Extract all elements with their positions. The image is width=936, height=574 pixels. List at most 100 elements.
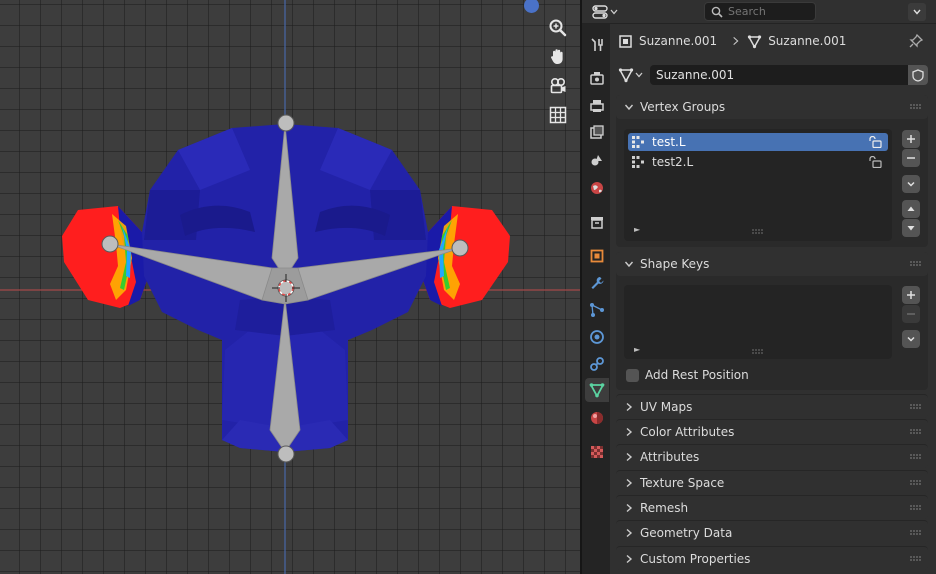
particles-icon[interactable] (585, 298, 609, 322)
list-item-label: test2.L (652, 155, 694, 169)
shape-key-list[interactable]: ► (624, 285, 892, 359)
zoom-icon[interactable] (544, 14, 572, 42)
properties-header (582, 0, 936, 24)
panel-title: Attributes (640, 449, 700, 464)
attributes-panel[interactable]: Attributes (616, 444, 928, 468)
drag-handle-icon[interactable] (910, 454, 922, 460)
tool-icon[interactable] (585, 33, 609, 57)
render-icon[interactable] (585, 66, 609, 90)
mesh-browse-button[interactable] (618, 65, 648, 85)
grid-view-icon[interactable] (544, 101, 572, 129)
triangle-down-icon (907, 226, 915, 231)
chevron-down-icon (907, 181, 915, 187)
constraints-icon[interactable] (585, 352, 609, 376)
chevron-down-icon (635, 72, 643, 78)
remove-vertex-group-button[interactable] (902, 149, 920, 167)
panel-title: Color Attributes (640, 424, 735, 439)
list-resize-handle-icon[interactable] (752, 349, 764, 355)
world-icon[interactable] (585, 176, 609, 200)
custom-properties-panel[interactable]: Custom Properties (616, 546, 928, 570)
drag-handle-icon[interactable] (910, 429, 922, 435)
unlock-icon[interactable] (868, 156, 882, 168)
geometry-data-panel[interactable]: Geometry Data (616, 520, 928, 544)
shape-key-specials-button[interactable] (902, 330, 920, 348)
panel-title: Shape Keys (640, 257, 710, 271)
move-up-button[interactable] (902, 200, 920, 218)
mesh-name-field[interactable] (650, 65, 908, 85)
scene-icon[interactable] (585, 148, 609, 172)
drag-handle-icon[interactable] (910, 556, 922, 562)
drag-handle-icon[interactable] (910, 505, 922, 511)
search-field[interactable] (704, 2, 816, 21)
chevron-down-icon (624, 104, 634, 111)
minus-icon (907, 313, 915, 315)
vertex-group-icon (632, 136, 644, 148)
options-dropdown-button[interactable] (908, 3, 926, 21)
panel-title: Vertex Groups (640, 100, 726, 114)
mesh-data-icon (618, 68, 634, 83)
shield-icon (912, 68, 924, 82)
mesh-data-icon (747, 34, 762, 49)
pan-hand-icon[interactable] (544, 43, 572, 71)
chevron-right-icon (626, 528, 633, 537)
chevron-right-icon (626, 427, 633, 436)
fake-user-button[interactable] (908, 65, 928, 85)
list-resize-handle-icon[interactable] (752, 229, 764, 235)
texture-icon[interactable] (585, 440, 609, 464)
add-rest-position-label: Add Rest Position (645, 368, 749, 382)
mesh-data-icon[interactable] (585, 378, 609, 402)
drag-handle-icon[interactable] (910, 261, 922, 267)
drag-handle-icon[interactable] (910, 404, 922, 410)
object-icon[interactable] (585, 244, 609, 268)
move-down-button[interactable] (902, 219, 920, 237)
vertex-groups-header[interactable]: Vertex Groups (616, 95, 928, 119)
list-filter-toggle-icon[interactable]: ► (634, 345, 640, 354)
add-shape-key-button[interactable] (902, 286, 920, 304)
editor-type-button[interactable] (592, 3, 620, 21)
camera-view-icon[interactable] (544, 72, 572, 100)
pin-icon[interactable] (908, 33, 924, 49)
panel-title: UV Maps (640, 399, 693, 414)
texture-space-panel[interactable]: Texture Space (616, 470, 928, 494)
shape-keys-header[interactable]: Shape Keys (616, 252, 928, 276)
view-layer-icon[interactable] (585, 120, 609, 144)
properties-tabs (582, 24, 610, 574)
viewport-scene (0, 0, 580, 574)
uv-maps-panel[interactable]: UV Maps (616, 394, 928, 418)
drag-handle-icon[interactable] (910, 530, 922, 536)
add-rest-position-checkbox[interactable] (626, 368, 639, 382)
material-icon[interactable] (585, 406, 609, 430)
chevron-down-icon (610, 9, 618, 15)
properties-editor: Suzanne.001 Suzanne.001 Vertex Groups (582, 0, 936, 574)
modifier-icon[interactable] (585, 271, 609, 295)
physics-icon[interactable] (585, 325, 609, 349)
list-item[interactable]: test.L (628, 133, 888, 151)
search-input[interactable] (728, 5, 808, 18)
search-icon (711, 6, 723, 18)
unlock-icon[interactable] (868, 136, 882, 148)
properties-content: Suzanne.001 Suzanne.001 Vertex Groups (610, 24, 936, 574)
add-rest-position-option[interactable]: Add Rest Position (626, 368, 749, 382)
plus-icon (907, 135, 915, 143)
chevron-right-icon (626, 402, 633, 411)
collection-icon[interactable] (585, 210, 609, 234)
list-item[interactable]: test2.L (628, 153, 888, 171)
chevron-right-icon (626, 503, 633, 512)
breadcrumb-object-name: Suzanne.001 (639, 34, 718, 48)
panel-title: Custom Properties (640, 551, 751, 566)
3d-viewport[interactable] (0, 0, 580, 574)
vertex-group-specials-button[interactable] (902, 175, 920, 193)
shape-keys-panel: Shape Keys ► Add Rest Position (616, 252, 928, 390)
color-attributes-panel[interactable]: Color Attributes (616, 419, 928, 443)
remove-shape-key-button[interactable] (902, 305, 920, 323)
panel-title: Remesh (640, 500, 689, 515)
output-icon[interactable] (585, 94, 609, 118)
vertex-groups-panel: Vertex Groups test.L test2.L ► (616, 95, 928, 247)
vertex-group-list[interactable]: test.L test2.L ► (624, 129, 892, 241)
remesh-panel[interactable]: Remesh (616, 495, 928, 519)
drag-handle-icon[interactable] (910, 480, 922, 486)
add-vertex-group-button[interactable] (902, 130, 920, 148)
plus-icon (907, 291, 915, 299)
list-filter-toggle-icon[interactable]: ► (634, 225, 640, 234)
drag-handle-icon[interactable] (910, 104, 922, 110)
